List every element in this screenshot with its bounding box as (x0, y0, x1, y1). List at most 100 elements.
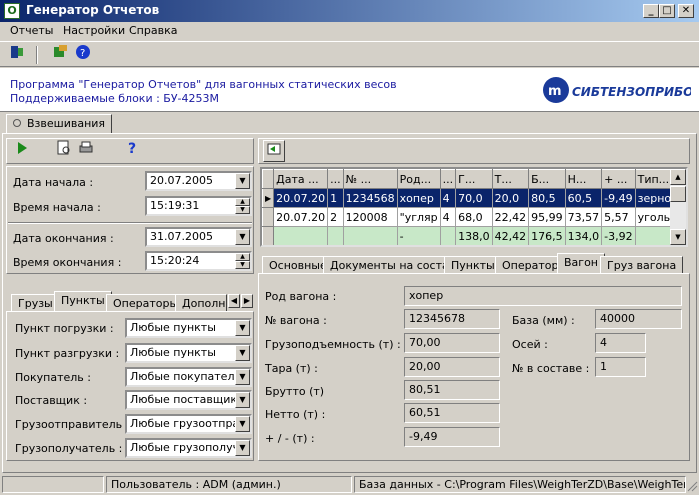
grid-cell[interactable]: 22,42 (492, 207, 530, 227)
point-select[interactable]: Любые грузоотправи ▼ (125, 414, 252, 434)
table-row[interactable]: 20.07.20 2 120008 "угляр 4 68,0 22,42 95,99 73,5… (262, 207, 686, 227)
grid-cell[interactable]: -9,49 (601, 188, 636, 208)
row-pointer-icon[interactable]: ▶ (262, 188, 275, 208)
grid-cell[interactable]: 4 (440, 207, 457, 227)
grid-cell[interactable]: 120008 (343, 207, 398, 227)
point-select[interactable]: Любые покупатели ▼ (125, 367, 252, 387)
tab-weighings[interactable]: Взвешивания (6, 114, 113, 134)
row-indicator[interactable] (262, 207, 275, 227)
point-select[interactable]: Любые поставщики ▼ (125, 390, 252, 410)
chevron-down-icon[interactable]: ▼ (235, 416, 250, 432)
chevron-down-icon[interactable]: ▼ (235, 173, 250, 189)
grid-cell[interactable]: 68,0 (455, 207, 493, 227)
tab-cargo[interactable]: Грузы (11, 294, 60, 312)
grid-cell[interactable]: уголь (635, 207, 675, 227)
point-label: Поставщик : (15, 394, 88, 407)
grid-total-cell (440, 226, 457, 245)
grid-cell[interactable]: 80,5 (528, 188, 566, 208)
minimize-button[interactable]: _ (643, 4, 659, 18)
menu-settings[interactable]: Настройки (63, 24, 125, 37)
grid-column-header[interactable]: Т... (491, 169, 530, 189)
menu-reports[interactable]: Отчеты (10, 24, 53, 37)
close-button[interactable]: ✕ (678, 4, 694, 18)
settings-tool-icon[interactable] (50, 44, 72, 66)
grid-cell[interactable]: 1234568 (343, 188, 398, 208)
grid-cell[interactable]: 4 (440, 188, 457, 208)
tab-scroll-right-icon[interactable]: ▶ (241, 294, 253, 308)
grid-scrollbar[interactable]: ▲ ▼ (670, 169, 686, 245)
grid-total-cell (635, 226, 675, 245)
grid-column-header[interactable]: ... (439, 169, 457, 189)
help-icon[interactable]: ? (72, 44, 94, 66)
chevron-down-icon[interactable]: ▼ (235, 369, 250, 385)
grid-column-header[interactable]: Род... (396, 169, 441, 189)
chevron-down-icon[interactable]: ▼ (235, 229, 250, 245)
diff-field: -9,49 (404, 427, 500, 447)
print-icon[interactable] (75, 140, 97, 162)
point-select[interactable]: Любые пункты ▼ (125, 318, 252, 338)
table-row[interactable]: ▶ 20.07.20 1 1234568 хопер 4 70,0 20,0 80,5 60,5-… (262, 188, 686, 208)
scroll-up-icon[interactable]: ▲ (670, 169, 686, 185)
maximize-button[interactable]: □ (659, 4, 675, 18)
grid-column-header[interactable]: Н... (564, 169, 603, 189)
tab-operator[interactable]: Оператор (495, 256, 566, 274)
tab-points[interactable]: Пункты (54, 291, 112, 312)
tab-detail-points[interactable]: Пункты (444, 256, 502, 274)
grid-column-header[interactable]: № ... (342, 169, 398, 189)
grid-cell[interactable]: 20.07.20 (273, 188, 329, 208)
grid-cell[interactable]: 5,57 (601, 207, 636, 227)
scroll-down-icon[interactable]: ▼ (670, 229, 686, 245)
grid-cell[interactable]: 20,0 (492, 188, 530, 208)
menu-help[interactable]: Справка (129, 24, 177, 37)
grid-cell[interactable]: "угляр (397, 207, 441, 227)
grid-cell[interactable]: 60,5 (565, 188, 603, 208)
grid-column-header[interactable]: Дата ... (273, 169, 329, 189)
grid-cell[interactable]: зерно (635, 188, 675, 208)
grid-cell[interactable]: 95,99 (528, 207, 566, 227)
tab-wagon-cargo[interactable]: Груз вагона (600, 256, 684, 274)
wagon-number-field: 12345678 (404, 309, 500, 329)
left-toolbar: ? (6, 138, 254, 164)
end-time-spinner[interactable]: 15:20:24 ▲ ▼ (145, 251, 252, 271)
grid-cell[interactable]: 73,57 (565, 207, 603, 227)
company-logo: m СИБТЕНЗОПРИБОР (541, 74, 699, 106)
scroll-thumb[interactable] (670, 186, 686, 202)
point-select[interactable]: Любые грузополучат ▼ (125, 438, 252, 458)
point-select[interactable]: Любые пункты ▼ (125, 343, 252, 363)
grid-cell[interactable]: 70,0 (455, 188, 493, 208)
chevron-down-icon[interactable]: ▼ (235, 392, 250, 408)
grid-column-header[interactable]: Г... (455, 169, 493, 189)
grid-column-header[interactable]: Б... (528, 169, 566, 189)
tab-wagon[interactable]: Вагон (557, 253, 605, 274)
exit-icon[interactable] (6, 44, 28, 66)
grid-column-header[interactable]: + ... (601, 169, 636, 189)
tab-scroll-left-icon[interactable]: ◀ (228, 294, 240, 308)
grid-column-header[interactable]: Тип... (634, 169, 675, 189)
navigate-icon[interactable] (263, 140, 285, 162)
spinner-icon[interactable]: ▲ ▼ (235, 253, 250, 269)
grid-cell[interactable]: хопер (397, 188, 441, 208)
chevron-down-icon[interactable]: ▼ (235, 320, 250, 336)
preview-icon[interactable] (53, 140, 75, 162)
supported-blocks: Поддерживаемые блоки : БУ-4253М (10, 92, 219, 105)
tab-additional[interactable]: Дополни (175, 294, 227, 312)
grid-total-cell: - (397, 226, 441, 245)
chevron-down-icon[interactable]: ▼ (235, 345, 250, 361)
grid-cell[interactable]: 2 (327, 207, 344, 227)
point-label: Покупатель : (15, 371, 91, 384)
spinner-icon[interactable]: ▲ ▼ (235, 198, 250, 214)
play-icon[interactable] (11, 140, 33, 162)
start-time-spinner[interactable]: 15:19:31 ▲ ▼ (145, 196, 252, 216)
tab-documents[interactable]: Документы на состав (323, 256, 463, 274)
grid-cell[interactable]: 1 (327, 188, 344, 208)
end-date-picker[interactable]: 31.07.2005 ▼ (145, 227, 252, 247)
grid-column-header[interactable]: ... (327, 169, 344, 189)
resize-grip-icon[interactable] (686, 480, 698, 492)
start-date-picker[interactable]: 20.07.2005 ▼ (145, 171, 252, 191)
chevron-down-icon[interactable]: ▼ (235, 440, 250, 456)
tab-operators[interactable]: Операторы (106, 294, 186, 312)
help-question-icon[interactable]: ? (121, 140, 143, 162)
weighings-grid[interactable]: Дата ...... № ... Род...... Г... Т... Б... Н..… (260, 167, 688, 247)
grid-cell[interactable]: 20.07.20 (273, 207, 329, 227)
tare-label: Тара (т) : (265, 362, 318, 375)
